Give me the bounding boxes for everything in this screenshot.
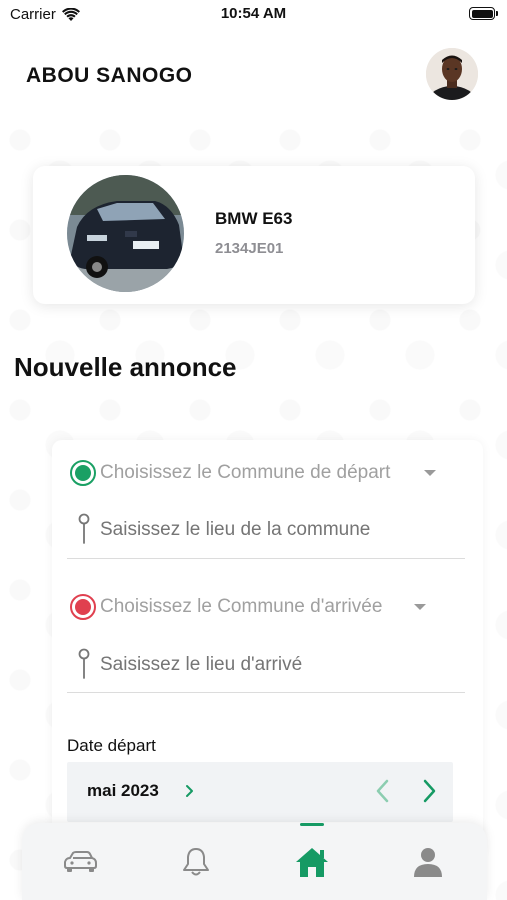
car-photo: [67, 175, 184, 292]
calendar-header: mai 2023: [67, 762, 453, 822]
previous-month-button[interactable]: [373, 778, 393, 804]
date-label: Date départ: [67, 736, 156, 755]
departure-commune-placeholder: Choisissez le Commune de départ: [100, 462, 391, 483]
departure-commune-select[interactable]: Choisissez le Commune de départ: [52, 453, 483, 493]
location-pin-icon: [78, 513, 90, 544]
new-listing-form: Choisissez le Commune de départ Choisiss…: [52, 440, 483, 860]
arrival-dot-icon: [70, 594, 96, 620]
tab-notifications[interactable]: [166, 837, 226, 887]
chevron-down-icon: [424, 470, 436, 476]
next-month-button[interactable]: [419, 778, 439, 804]
month-selector[interactable]: mai 2023: [87, 781, 159, 801]
battery-icon: [469, 7, 498, 20]
person-icon: [414, 848, 442, 877]
departure-place-input[interactable]: [100, 519, 460, 541]
tab-bar: [22, 823, 487, 900]
arrival-place-input[interactable]: [100, 654, 460, 676]
chevron-down-icon: [414, 604, 426, 610]
car-model: BMW E63: [215, 209, 293, 228]
car-plate: 2134JE01: [215, 240, 284, 257]
page-title: Nouvelle annonce: [14, 352, 237, 382]
avatar[interactable]: [426, 48, 478, 100]
car-icon: [64, 851, 97, 872]
departure-dot-icon: [70, 460, 96, 486]
tab-vehicles[interactable]: [50, 837, 110, 887]
clock: 10:54 AM: [220, 5, 287, 22]
status-bar: Carrier 10:54 AM: [0, 0, 507, 30]
vehicle-card[interactable]: BMW E63 2134JE01: [33, 166, 475, 304]
active-tab-indicator: [300, 823, 324, 826]
arrival-commune-placeholder: Choisissez le Commune d'arrivée: [100, 596, 383, 617]
location-pin-icon: [78, 648, 90, 679]
home-icon: [296, 848, 328, 877]
divider: [67, 692, 465, 693]
divider: [67, 558, 465, 559]
departure-place-row: [52, 510, 483, 550]
user-name: ABOU SANOGO: [26, 64, 193, 87]
chevron-right-icon[interactable]: [185, 784, 195, 798]
bell-icon: [183, 848, 209, 876]
avatar-image: [426, 48, 478, 100]
arrival-place-row: [52, 645, 483, 685]
tab-home[interactable]: [282, 837, 342, 887]
tab-profile[interactable]: [398, 837, 458, 887]
arrival-commune-select[interactable]: Choisissez le Commune d'arrivée: [52, 587, 483, 627]
